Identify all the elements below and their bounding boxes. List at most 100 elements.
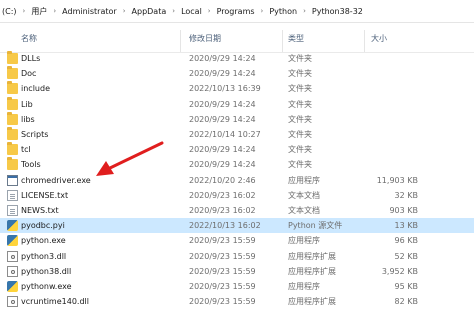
- exe-icon: [7, 174, 18, 186]
- file-size: 13 KB: [394, 221, 418, 231]
- file-name: python3.dll: [21, 251, 67, 261]
- column-date[interactable]: 修改日期: [189, 26, 221, 52]
- dll-icon: [7, 265, 18, 277]
- breadcrumb-appdata[interactable]: AppData: [131, 7, 168, 16]
- file-type: Python 源文件: [288, 221, 343, 231]
- column-name[interactable]: 名称: [21, 26, 37, 52]
- file-name: libs: [21, 114, 35, 124]
- file-date: 2020/9/23 15:59: [189, 282, 256, 291]
- file-type: 应用程序扩展: [288, 297, 336, 307]
- file-size: 95 KB: [394, 282, 418, 291]
- file-name: DLLs: [21, 54, 41, 63]
- folder-icon: [7, 81, 18, 95]
- file-type: 应用程序: [288, 236, 320, 246]
- file-size: 96 KB: [394, 236, 418, 246]
- file-date: 2020/9/29 14:24: [189, 99, 256, 109]
- file-row[interactable]: python38.dll 2020/9/23 15:59 应用程序扩展 3,952 K…: [0, 264, 474, 279]
- file-name: Tools: [21, 160, 41, 170]
- python-exe-icon: [7, 281, 18, 292]
- file-row[interactable]: include 2022/10/13 16:39 文件夹: [0, 81, 474, 96]
- file-row[interactable]: pythonw.exe 2020/9/23 15:59 应用程序 95 KB: [0, 279, 474, 294]
- breadcrumb-administrator[interactable]: Administrator: [61, 7, 118, 16]
- file-type: 文件夹: [288, 99, 312, 109]
- file-size: 52 KB: [394, 251, 418, 261]
- column-size[interactable]: 大小: [371, 26, 387, 52]
- breadcrumb-programs[interactable]: Programs: [216, 7, 256, 16]
- column-divider[interactable]: [180, 30, 181, 52]
- file-date: 2020/9/23 16:02: [189, 206, 256, 215]
- file-type: 文件夹: [288, 114, 312, 124]
- file-date: 2020/9/23 15:59: [189, 297, 256, 307]
- breadcrumb-python38-32[interactable]: Python38-32: [311, 7, 364, 16]
- file-row[interactable]: python.exe 2020/9/23 15:59 应用程序 96 KB: [0, 233, 474, 248]
- breadcrumb-separator-icon: ›: [172, 7, 176, 15]
- file-name: include: [21, 84, 50, 94]
- file-date: 2020/9/23 15:59: [189, 236, 256, 246]
- column-divider[interactable]: [282, 30, 283, 52]
- file-date: 2020/9/29 14:24: [189, 145, 256, 155]
- breadcrumb-separator-icon: ›: [207, 7, 211, 15]
- file-row[interactable]: python3.dll 2020/9/23 15:59 应用程序扩展 52 KB: [0, 249, 474, 264]
- breadcrumb-drive[interactable]: (C:): [0, 7, 18, 16]
- file-type: 文件夹: [288, 69, 312, 79]
- file-row[interactable]: NEWS.txt 2020/9/23 16:02 文本文档 903 KB: [0, 203, 474, 218]
- file-date: 2020/9/23 16:02: [189, 190, 256, 200]
- file-name: Scripts: [21, 130, 49, 139]
- file-date: 2020/9/29 14:24: [189, 160, 256, 170]
- file-name: Doc: [21, 69, 37, 79]
- breadcrumb-local[interactable]: Local: [180, 7, 203, 16]
- breadcrumb-separator-icon: ›: [22, 7, 26, 15]
- file-row[interactable]: libs 2020/9/29 14:24 文件夹: [0, 111, 474, 127]
- file-type: 文件夹: [288, 130, 312, 139]
- file-row[interactable]: Lib 2020/9/29 14:24 文件夹: [0, 96, 474, 112]
- text-file-icon: [7, 189, 18, 201]
- file-row[interactable]: Scripts 2022/10/14 10:27 文件夹: [0, 127, 474, 142]
- file-date: 2020/9/23 15:59: [189, 266, 256, 276]
- file-type: 应用程序: [288, 282, 320, 291]
- folder-icon: [7, 142, 18, 156]
- file-row[interactable]: Doc 2020/9/29 14:24 文件夹: [0, 66, 474, 81]
- file-type: 应用程序: [288, 175, 320, 185]
- column-header: 名称 修改日期 类型 大小: [0, 26, 474, 53]
- folder-icon: [7, 96, 18, 110]
- file-type: 应用程序扩展: [288, 251, 336, 261]
- address-bar[interactable]: (C:) › 用户 › Administrator › AppData › Lo…: [0, 0, 474, 23]
- folder-icon: [7, 127, 18, 140]
- file-row[interactable]: Tools 2020/9/29 14:24 文件夹: [0, 157, 474, 172]
- breadcrumb-separator-icon: ›: [260, 7, 264, 15]
- folder-icon: [7, 157, 18, 171]
- file-date: 2022/10/13 16:02: [189, 221, 261, 231]
- folder-icon: [7, 111, 18, 125]
- file-row[interactable]: LICENSE.txt 2020/9/23 16:02 文本文档 32 KB: [0, 188, 474, 203]
- file-date: 2022/10/20 2:46: [189, 175, 256, 185]
- file-row[interactable]: vcruntime140.dll 2020/9/23 15:59 应用程序扩展 82 …: [0, 294, 474, 309]
- file-row[interactable]: tcl 2020/9/29 14:24 文件夹: [0, 142, 474, 157]
- file-date: 2020/9/29 14:24: [189, 54, 256, 63]
- file-type: 文件夹: [288, 145, 312, 155]
- file-type: 文件夹: [288, 160, 312, 170]
- breadcrumb-python[interactable]: Python: [268, 7, 298, 16]
- file-name: python.exe: [21, 236, 66, 246]
- file-row[interactable]: DLLs 2020/9/29 14:24 文件夹: [0, 51, 474, 66]
- file-row[interactable]: chromedriver.exe 2022/10/20 2:46 应用程序 11,90…: [0, 173, 474, 188]
- dll-icon: [7, 250, 18, 262]
- file-type: 文件夹: [288, 84, 312, 94]
- file-name: pythonw.exe: [21, 282, 72, 291]
- text-file-icon: [7, 205, 18, 216]
- file-name: LICENSE.txt: [21, 190, 69, 200]
- file-size: 11,903 KB: [376, 175, 418, 185]
- folder-icon: [7, 51, 18, 64]
- file-type: 文本文档: [288, 190, 320, 200]
- breadcrumb-users[interactable]: 用户: [30, 6, 48, 17]
- breadcrumb-separator-icon: ›: [303, 7, 306, 15]
- file-name: tcl: [21, 145, 31, 155]
- python-file-icon: [7, 220, 18, 232]
- file-row[interactable]: pyodbc.pyi 2022/10/13 16:02 Python 源文件 13 K…: [0, 218, 474, 234]
- column-type[interactable]: 类型: [288, 26, 304, 52]
- file-type: 文本文档: [288, 206, 320, 215]
- folder-icon: [7, 66, 18, 80]
- file-date: 2022/10/14 10:27: [189, 130, 261, 139]
- dll-icon: [7, 296, 18, 308]
- file-size: 32 KB: [394, 190, 418, 200]
- column-divider[interactable]: [364, 30, 365, 52]
